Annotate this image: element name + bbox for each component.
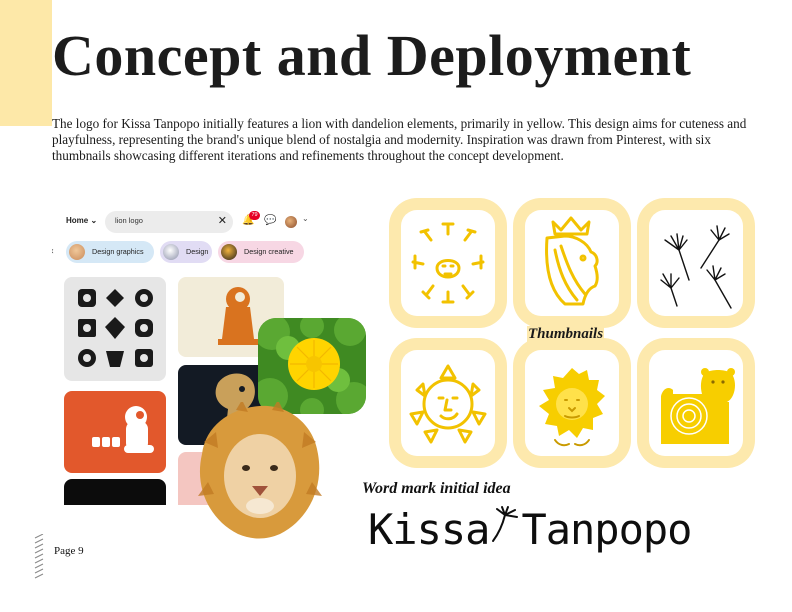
chip-design-creative[interactable]: Design creative [218,241,304,263]
chevron-left-icon[interactable]: ‹ [52,246,54,257]
chip-thumb [69,244,85,260]
account-chevron-icon[interactable]: ⌄ [302,214,309,223]
pin-black-tile[interactable] [64,479,166,505]
thumbnail-lion-body [637,338,755,468]
accent-block [0,0,52,126]
home-label: Home [66,216,89,225]
notification-badge: 79 [249,211,260,220]
chip-label: Design graphics [92,247,144,256]
chip-label: Design [186,247,209,256]
chip-design[interactable]: Design [160,241,212,263]
search-input[interactable]: lion logo ✕ [105,211,233,233]
chip-label: Design creative [244,247,294,256]
dandelion-photo [258,318,366,414]
thumbnails-label: Thumbnails [527,326,605,343]
pin-lion-icon-grid[interactable] [64,277,166,381]
intro-paragraph: The logo for Kissa Tanpopo initially fea… [52,116,747,163]
thumbnail-lion-profile-with-crown [513,198,631,328]
chip-thumb [221,244,237,260]
thumbnail-dandelion-seeds [637,198,755,328]
wordmark: Kissa Tanpopo [368,505,692,554]
close-icon[interactable]: ✕ [218,214,227,227]
wordmark-caption: Word mark initial idea [362,480,511,497]
watercolor-lion-illustration [196,400,324,540]
chat-icon[interactable]: 💬 [264,215,276,226]
page-title: Concept and Deployment [52,23,692,88]
avatar[interactable] [285,216,297,228]
thumbnail-lion-face-with-rays [389,198,507,328]
chevron-down-icon: ⌄ [90,216,98,225]
pinterest-top-bar: Home ⌄ lion logo ✕ 🔔 79 💬 ⌄ [52,211,352,235]
page-edge-marks [34,534,44,579]
page-number: Page 9 [54,545,84,557]
chip-thumb [163,244,179,260]
thumbnail-fluffy-lion-head [513,338,631,468]
filter-chips: ‹ Design graphics Design Design creative [52,241,352,265]
chip-design-graphics[interactable]: Design graphics [66,241,154,263]
pin-orange-lion[interactable] [64,391,166,473]
wordmark-left: Kissa [368,505,490,554]
thumbnail-sun-face [389,338,507,468]
home-menu[interactable]: Home ⌄ [66,216,97,225]
wordmark-right: Tanpopo [521,505,692,554]
dandelion-seed-icon [492,506,519,542]
search-value: lion logo [115,216,143,225]
